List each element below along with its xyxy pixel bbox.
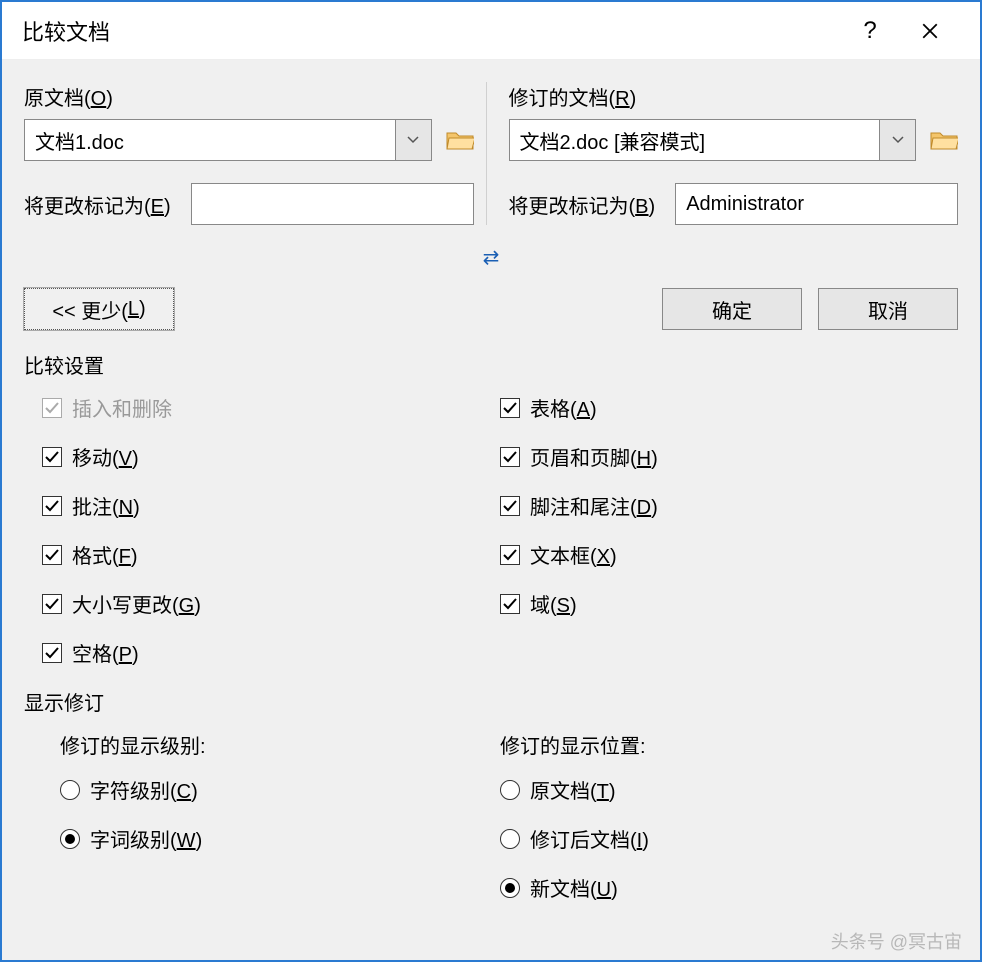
checkbox-item[interactable]: 页眉和页脚(H) — [500, 442, 958, 471]
chevron-down-icon — [407, 136, 419, 144]
folder-icon[interactable] — [930, 129, 958, 151]
revised-doc-value: 文档2.doc [兼容模式] — [510, 126, 880, 155]
watermark: 头条号 @冥古宙 — [831, 928, 962, 954]
checkbox — [500, 398, 520, 418]
radio-label: 字词级别(W) — [90, 824, 202, 853]
revised-mark-label: 将更改标记为(B) — [509, 190, 656, 219]
original-doc-combo[interactable]: 文档1.doc — [24, 119, 432, 161]
checkbox-item[interactable]: 表格(A) — [500, 393, 958, 422]
radio — [500, 829, 520, 849]
original-doc-value: 文档1.doc — [25, 126, 395, 155]
radio-label: 修订后文档(I) — [530, 824, 649, 853]
swap-documents-button[interactable]: ⇄ — [483, 245, 500, 270]
radio-item[interactable]: 新文档(U) — [500, 873, 958, 902]
compare-settings-header: 比较设置 — [24, 350, 958, 379]
dialog-body: 原文档(O) 文档1.doc 将更改标记为(E) — [2, 60, 980, 960]
revised-doc-label: 修订的文档(R) — [509, 82, 959, 111]
chevron-down-icon — [892, 136, 904, 144]
checkbox-label: 域(S) — [530, 589, 577, 618]
level-header: 修订的显示级别: — [42, 730, 500, 759]
document-selectors: 原文档(O) 文档1.doc 将更改标记为(E) — [24, 82, 958, 225]
ok-button[interactable]: 确定 — [662, 288, 802, 330]
checkbox — [42, 594, 62, 614]
location-header: 修订的显示位置: — [500, 730, 958, 759]
close-icon — [921, 22, 939, 40]
original-doc-dropdown-button[interactable] — [395, 120, 431, 160]
checkbox-label: 插入和删除 — [72, 393, 172, 422]
checkbox — [42, 643, 62, 663]
radio-label: 原文档(T) — [530, 775, 616, 804]
checkbox-label: 批注(N) — [72, 491, 140, 520]
show-changes-header: 显示修订 — [24, 687, 958, 716]
checkbox-label: 页眉和页脚(H) — [530, 442, 658, 471]
radio — [60, 829, 80, 849]
radio — [500, 780, 520, 800]
original-document-section: 原文档(O) 文档1.doc 将更改标记为(E) — [24, 82, 487, 225]
original-mark-input[interactable] — [191, 183, 474, 225]
checkbox-item[interactable]: 域(S) — [500, 589, 958, 618]
checkbox-label: 文本框(X) — [530, 540, 617, 569]
compare-settings: 插入和删除移动(V) 批注(N) 格式(F) 大小写更改(G) 空格(P) 表格(A) 页… — [24, 393, 958, 687]
revised-doc-combo[interactable]: 文档2.doc [兼容模式] — [509, 119, 917, 161]
checkbox-item[interactable]: 批注(N) — [42, 491, 500, 520]
dialog-title: 比较文档 — [22, 15, 840, 47]
revised-doc-dropdown-button[interactable] — [879, 120, 915, 160]
original-mark-label: 将更改标记为(E) — [24, 190, 171, 219]
checkbox-item[interactable]: 大小写更改(G) — [42, 589, 500, 618]
titlebar: 比较文档 ? — [2, 2, 980, 60]
checkbox — [500, 545, 520, 565]
radio-label: 新文档(U) — [530, 873, 618, 902]
checkbox-label: 大小写更改(G) — [72, 589, 201, 618]
checkbox — [42, 496, 62, 516]
checkbox-label: 脚注和尾注(D) — [530, 491, 658, 520]
radio-label: 字符级别(C) — [90, 775, 198, 804]
checkbox-item[interactable]: 格式(F) — [42, 540, 500, 569]
checkbox — [500, 447, 520, 467]
show-changes: 修订的显示级别: 字符级别(C) 字词级别(W) 修订的显示位置: 原文档(T) 修… — [24, 730, 958, 922]
checkbox — [500, 496, 520, 516]
radio-item[interactable]: 字词级别(W) — [42, 824, 500, 853]
checkbox — [500, 594, 520, 614]
original-doc-label: 原文档(O) — [24, 82, 474, 111]
less-button[interactable]: << 更少(L) — [24, 288, 174, 330]
radio-item[interactable]: 原文档(T) — [500, 775, 958, 804]
checkbox-label: 表格(A) — [530, 393, 597, 422]
radio — [500, 878, 520, 898]
compare-documents-dialog: 比较文档 ? 原文档(O) 文档1.doc — [0, 0, 982, 962]
revised-document-section: 修订的文档(R) 文档2.doc [兼容模式] 将更改标记为(B) — [487, 82, 959, 225]
checkbox — [42, 398, 62, 418]
checkbox-item: 插入和删除 — [42, 393, 500, 422]
checkbox — [42, 545, 62, 565]
radio — [60, 780, 80, 800]
cancel-button[interactable]: 取消 — [818, 288, 958, 330]
folder-icon[interactable] — [446, 129, 474, 151]
radio-item[interactable]: 字符级别(C) — [42, 775, 500, 804]
checkbox-item[interactable]: 空格(P) — [42, 638, 500, 667]
checkbox-item[interactable]: 文本框(X) — [500, 540, 958, 569]
checkbox-label: 移动(V) — [72, 442, 139, 471]
checkbox-item[interactable]: 脚注和尾注(D) — [500, 491, 958, 520]
close-button[interactable] — [900, 2, 960, 60]
checkbox — [42, 447, 62, 467]
checkbox-item[interactable]: 移动(V) — [42, 442, 500, 471]
checkbox-label: 空格(P) — [72, 638, 139, 667]
help-button[interactable]: ? — [840, 2, 900, 60]
checkbox-label: 格式(F) — [72, 540, 138, 569]
action-buttons-row: << 更少(L) 确定 取消 — [24, 288, 958, 330]
radio-item[interactable]: 修订后文档(I) — [500, 824, 958, 853]
revised-mark-input[interactable]: Administrator — [675, 183, 958, 225]
